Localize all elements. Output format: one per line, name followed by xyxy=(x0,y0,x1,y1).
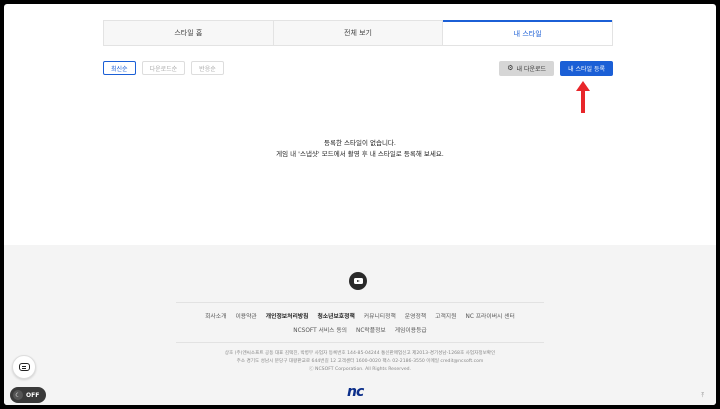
empty-state-message: 등록한 스타일이 없습니다. 게임 내 '스냅샷' 모드에서 촬영 후 내 스타… xyxy=(4,138,716,160)
footer-link-terms[interactable]: 이용약관 xyxy=(235,311,256,320)
chat-icon xyxy=(18,363,30,371)
footer-link-company[interactable]: 회사소개 xyxy=(205,311,226,320)
moon-icon: ☾ xyxy=(13,390,23,400)
footer-link-youth[interactable]: 청소년보호정책 xyxy=(317,311,354,320)
my-downloads-label: 내 다운로드 xyxy=(516,66,547,73)
empty-state-line1: 등록한 스타일이 없습니다. xyxy=(324,139,396,147)
tab-view-all[interactable]: 전체 보기 xyxy=(273,20,444,45)
scroll-top-icon[interactable]: ⤒ xyxy=(701,392,704,400)
nc-logo[interactable]: nc xyxy=(347,384,364,400)
gear-icon: ⚙ xyxy=(507,64,514,72)
tab-style-home[interactable]: 스타일 홈 xyxy=(104,20,274,45)
footer-link-privacy-center[interactable]: NC 프라이버시 센터 xyxy=(465,311,514,320)
my-downloads-button[interactable]: ⚙ 내 다운로드 xyxy=(499,61,555,76)
footer: 회사소개 이용약관 개인정보처리방침 청소년보호정책 커뮤니티정책 운영정책 고… xyxy=(4,245,716,405)
footer-links-row1: 회사소개 이용약관 개인정보처리방침 청소년보호정책 커뮤니티정책 운영정책 고… xyxy=(4,311,716,320)
footer-link-privacy[interactable]: 개인정보처리방침 xyxy=(266,311,309,320)
mode-toggle[interactable]: ☾ OFF xyxy=(10,387,46,403)
tab-bar: 스타일 홈 전체 보기 내 스타일 xyxy=(103,20,613,46)
action-buttons: ⚙ 내 다운로드 내 스타일 등록 xyxy=(499,61,613,76)
footer-divider xyxy=(176,342,544,343)
register-my-style-button[interactable]: 내 스타일 등록 xyxy=(560,61,613,76)
toggle-label: OFF xyxy=(26,391,40,399)
sort-options: 최신순 다운로드순 반응순 xyxy=(103,61,224,75)
footer-divider xyxy=(176,302,544,303)
tab-my-style[interactable]: 내 스타일 xyxy=(443,20,613,45)
youtube-icon[interactable] xyxy=(349,272,367,290)
footer-link-operation[interactable]: 운영정책 xyxy=(405,311,426,320)
page: 스타일 홈 전체 보기 내 스타일 최신순 다운로드순 반응순 ⚙ 내 다운로드… xyxy=(4,4,716,405)
register-my-style-label: 내 스타일 등록 xyxy=(568,66,605,73)
company-info: 상호 (주)엔씨소프트 공동 대표 김택진, 박병무 사업자 등록번호 144-… xyxy=(4,350,716,374)
arrow-up-icon xyxy=(576,81,590,113)
empty-state-line2: 게임 내 '스냅샷' 모드에서 촬영 후 내 스타일로 등록해 보세요. xyxy=(276,150,444,158)
copyright: ⓒ NCSOFT Corporation. All Rights Reserve… xyxy=(308,367,412,372)
sort-latest-button[interactable]: 최신순 xyxy=(103,61,136,75)
footer-link-community[interactable]: 커뮤니티정책 xyxy=(364,311,396,320)
sort-downloads-button[interactable]: 다운로드순 xyxy=(141,61,186,75)
footer-link-service-agreement[interactable]: NCSOFT 서비스 동의 xyxy=(293,325,347,334)
footer-link-nc-info[interactable]: NC락플정보 xyxy=(356,325,386,334)
footer-link-support[interactable]: 고객지원 xyxy=(435,311,456,320)
sort-reactions-button[interactable]: 반응순 xyxy=(191,61,224,75)
company-line1: 상호 (주)엔씨소프트 공동 대표 김택진, 박병무 사업자 등록번호 144-… xyxy=(224,351,496,356)
footer-links-row2: NCSOFT 서비스 동의 NC락플정보 게임이용등급 xyxy=(4,325,716,334)
footer-link-game-rating[interactable]: 게임이용등급 xyxy=(395,325,427,334)
company-line2: 주소 경기도 성남시 분당구 대왕판교로 644번길 12 고객센터 1600-… xyxy=(236,359,484,364)
chat-button[interactable] xyxy=(12,355,36,379)
